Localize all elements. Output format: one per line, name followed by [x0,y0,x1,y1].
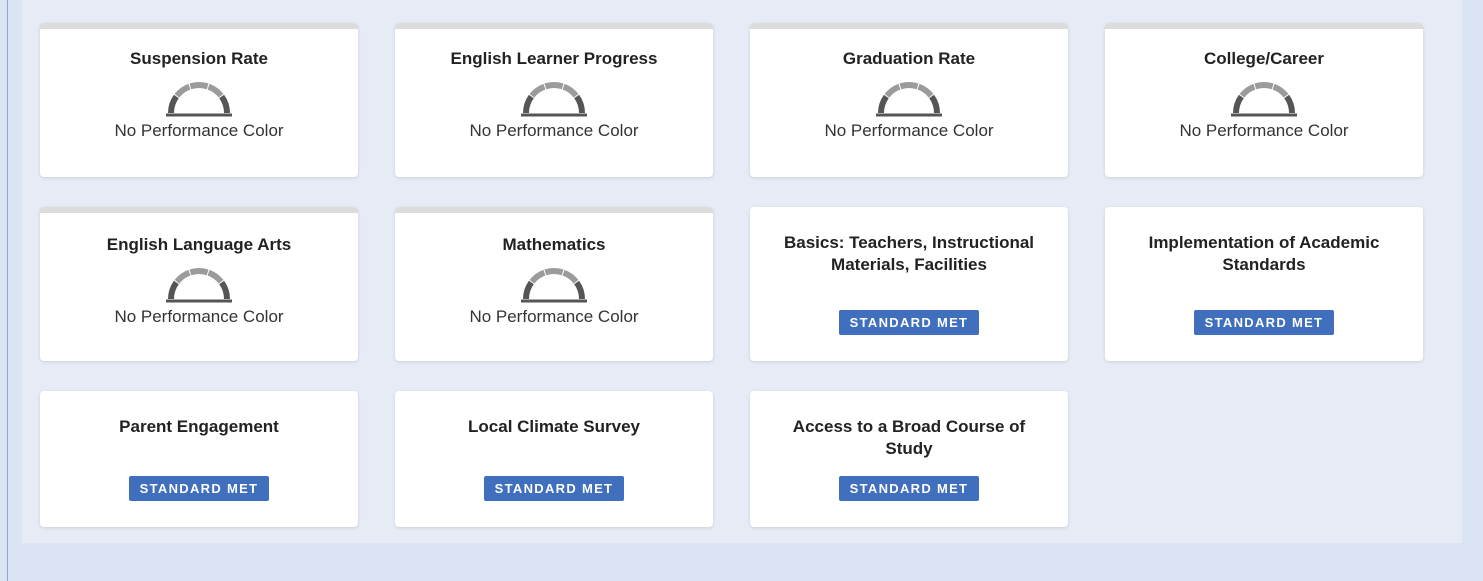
standard-met-badge: STANDARD MET [128,476,270,501]
card-title: Basics: Teachers, Instructional Material… [783,233,1035,274]
card-graduation-rate[interactable]: Graduation Rate No Performance Color [750,23,1068,177]
gauge-segment-5 [1284,94,1295,114]
gauge-segment-2 [1239,83,1256,98]
gauge-segment-4 [917,83,934,98]
gauge-segment-3 [189,82,209,90]
gauge-segment-5 [929,94,940,114]
gauge-segment-1 [523,94,534,114]
gauge-segment-3 [544,268,564,276]
card-title: Suspension Rate [130,49,268,68]
gauge-icon [166,268,232,303]
card-title: Access to a Broad Course of Study [792,417,1026,458]
card-title: English Language Arts [106,235,292,254]
indicator-grid: Suspension Rate No Performance Color Eng… [40,23,1423,527]
performance-label: No Performance Color [1179,121,1349,140]
gauge-icon [521,268,587,303]
gauge-segment-4 [207,83,224,98]
performance-label: No Performance Color [114,121,284,140]
gauge-segment-2 [174,83,191,98]
gauge-segment-5 [574,280,585,300]
card-title: College/Career [1204,49,1324,68]
gauge-segment-2 [529,269,546,284]
card-college-career[interactable]: College/Career No Performance Color [1105,23,1423,177]
card-local-climate-survey[interactable]: Local Climate Survey STANDARD MET [395,391,713,527]
card-title: Implementation of Academic Standards [1148,233,1380,274]
gauge-segment-5 [574,94,585,114]
gauge-segment-1 [878,94,889,114]
standard-met-badge: STANDARD MET [838,310,980,335]
gauge-segment-4 [1272,83,1289,98]
gauge-segment-3 [189,268,209,276]
card-suspension-rate[interactable]: Suspension Rate No Performance Color [40,23,358,177]
gauge-segment-1 [1233,94,1244,114]
gauge-icon [1231,82,1297,117]
gauge-segment-1 [523,280,534,300]
gauge-segment-4 [562,83,579,98]
card-english-language-arts[interactable]: English Language Arts No Performance Col… [40,207,358,361]
gauge-segment-2 [529,83,546,98]
card-parent-engagement[interactable]: Parent Engagement STANDARD MET [40,391,358,527]
card-basics[interactable]: Basics: Teachers, Instructional Material… [750,207,1068,361]
performance-label: No Performance Color [469,307,639,326]
gauge-segment-5 [219,94,230,114]
standard-met-badge: STANDARD MET [1193,310,1335,335]
gauge-segment-4 [207,269,224,284]
gauge-segment-2 [884,83,901,98]
dashboard-panel: Suspension Rate No Performance Color Eng… [22,0,1462,543]
card-english-learner-progress[interactable]: English Learner Progress No Performance … [395,23,713,177]
performance-label: No Performance Color [824,121,994,140]
gauge-icon [876,82,942,117]
gauge-segment-5 [219,280,230,300]
left-border [7,0,8,581]
performance-label: No Performance Color [469,121,639,140]
gauge-segment-1 [168,94,179,114]
card-title: Graduation Rate [842,49,976,68]
gauge-segment-2 [174,269,191,284]
card-academic-standards[interactable]: Implementation of Academic Standards STA… [1105,207,1423,361]
gauge-segment-3 [899,82,919,90]
gauge-segment-3 [1254,82,1274,90]
gauge-icon [521,82,587,117]
gauge-segment-1 [168,280,179,300]
standard-met-badge: STANDARD MET [483,476,625,501]
gauge-segment-3 [544,82,564,90]
card-title: Local Climate Survey [468,417,640,436]
standard-met-badge: STANDARD MET [838,476,980,501]
card-title: Parent Engagement [119,417,279,436]
card-title: English Learner Progress [450,49,658,68]
card-broad-course-of-study[interactable]: Access to a Broad Course of Study STANDA… [750,391,1068,527]
gauge-segment-4 [562,269,579,284]
card-mathematics[interactable]: Mathematics No Performance Color [395,207,713,361]
card-title: Mathematics [502,235,606,254]
performance-label: No Performance Color [114,307,284,326]
gauge-icon [166,82,232,117]
